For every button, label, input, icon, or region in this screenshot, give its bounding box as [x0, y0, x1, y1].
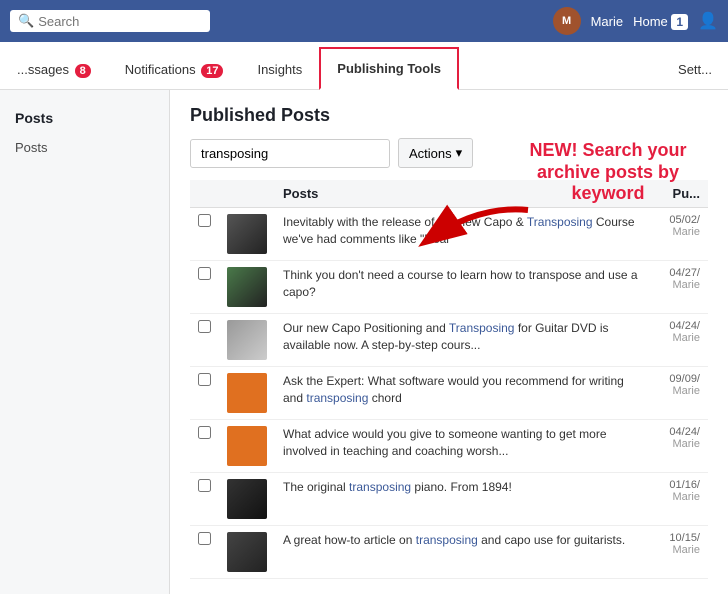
- notifications-badge: 17: [201, 64, 223, 78]
- table-row: The original transposing piano. From 189…: [190, 473, 708, 526]
- tab-messages[interactable]: ...ssages 8: [0, 49, 108, 90]
- arrow-icon: [418, 195, 538, 255]
- post-text: Ask the Expert: What software would you …: [283, 374, 624, 405]
- person-icon[interactable]: 👤: [698, 11, 718, 31]
- post-link[interactable]: transposing: [306, 391, 368, 405]
- post-thumbnail: [227, 532, 267, 572]
- sidebar-title: Posts: [0, 105, 169, 134]
- messages-badge: 8: [75, 64, 91, 78]
- post-date: 05/02/Marie: [648, 208, 708, 261]
- table-row: Ask the Expert: What software would you …: [190, 367, 708, 420]
- post-date: 04/27/Marie: [648, 261, 708, 314]
- top-bar-right: M Marie Home 1 👤: [553, 7, 718, 35]
- global-search-input[interactable]: [38, 14, 202, 29]
- page-nav: ...ssages 8 Notifications 17 Insights Pu…: [0, 42, 728, 90]
- search-icon: 🔍: [18, 13, 34, 29]
- col-checkbox: [190, 180, 219, 208]
- tab-publishing-tools[interactable]: Publishing Tools: [319, 47, 459, 90]
- global-search-box[interactable]: 🔍: [10, 10, 210, 32]
- post-date: 04/24/Marie: [648, 314, 708, 367]
- row-checkbox[interactable]: [198, 426, 211, 439]
- page-title: Published Posts: [190, 105, 708, 126]
- post-date: 09/09/Marie: [648, 367, 708, 420]
- post-date: 01/16/Marie: [648, 473, 708, 526]
- table-row: A great how-to article on transposing an…: [190, 526, 708, 579]
- post-link[interactable]: Transposing: [449, 321, 515, 335]
- content-area: Published Posts NEW! Search your archive…: [170, 90, 728, 594]
- post-date: 10/15/Marie: [648, 526, 708, 579]
- main-layout: Posts Posts Published Posts NEW! Search …: [0, 90, 728, 594]
- post-thumbnail: [227, 373, 267, 413]
- post-date: 04/24/Marie: [648, 420, 708, 473]
- avatar: M: [553, 7, 581, 35]
- tab-insights[interactable]: Insights: [240, 49, 319, 90]
- post-link[interactable]: transposing: [349, 480, 411, 494]
- table-row: Think you don't need a course to learn h…: [190, 261, 708, 314]
- table-row: Our new Capo Positioning and Transposing…: [190, 314, 708, 367]
- home-badge: 1: [671, 14, 688, 30]
- keyword-search-input[interactable]: [190, 139, 390, 168]
- post-thumbnail: [227, 479, 267, 519]
- post-text: What advice would you give to someone wa…: [283, 427, 607, 458]
- top-bar: 🔍 M Marie Home 1 👤: [0, 0, 728, 42]
- post-thumbnail: [227, 267, 267, 307]
- post-text: Our new Capo Positioning and Transposing…: [283, 321, 609, 352]
- row-checkbox[interactable]: [198, 214, 211, 227]
- annotation-box: NEW! Search your archive posts by keywor…: [498, 140, 718, 205]
- post-thumbnail: [227, 426, 267, 466]
- tab-settings[interactable]: Sett...: [662, 50, 728, 89]
- post-thumbnail: [227, 214, 267, 254]
- user-name: Marie: [591, 14, 624, 29]
- actions-button[interactable]: Actions ▾: [398, 138, 473, 168]
- row-checkbox[interactable]: [198, 479, 211, 492]
- row-checkbox[interactable]: [198, 532, 211, 545]
- row-checkbox[interactable]: [198, 267, 211, 280]
- col-thumb: [219, 180, 275, 208]
- table-row: What advice would you give to someone wa…: [190, 420, 708, 473]
- sidebar-item-posts[interactable]: Posts: [0, 134, 169, 161]
- post-text: A great how-to article on transposing an…: [283, 533, 625, 547]
- post-link[interactable]: transposing: [416, 533, 478, 547]
- row-checkbox[interactable]: [198, 320, 211, 333]
- sidebar: Posts Posts: [0, 90, 170, 594]
- post-text: The original transposing piano. From 189…: [283, 480, 512, 494]
- row-checkbox[interactable]: [198, 373, 211, 386]
- post-text: Think you don't need a course to learn h…: [283, 268, 638, 299]
- home-label: Home 1: [633, 14, 688, 29]
- tab-notifications[interactable]: Notifications 17: [108, 49, 241, 90]
- post-thumbnail: [227, 320, 267, 360]
